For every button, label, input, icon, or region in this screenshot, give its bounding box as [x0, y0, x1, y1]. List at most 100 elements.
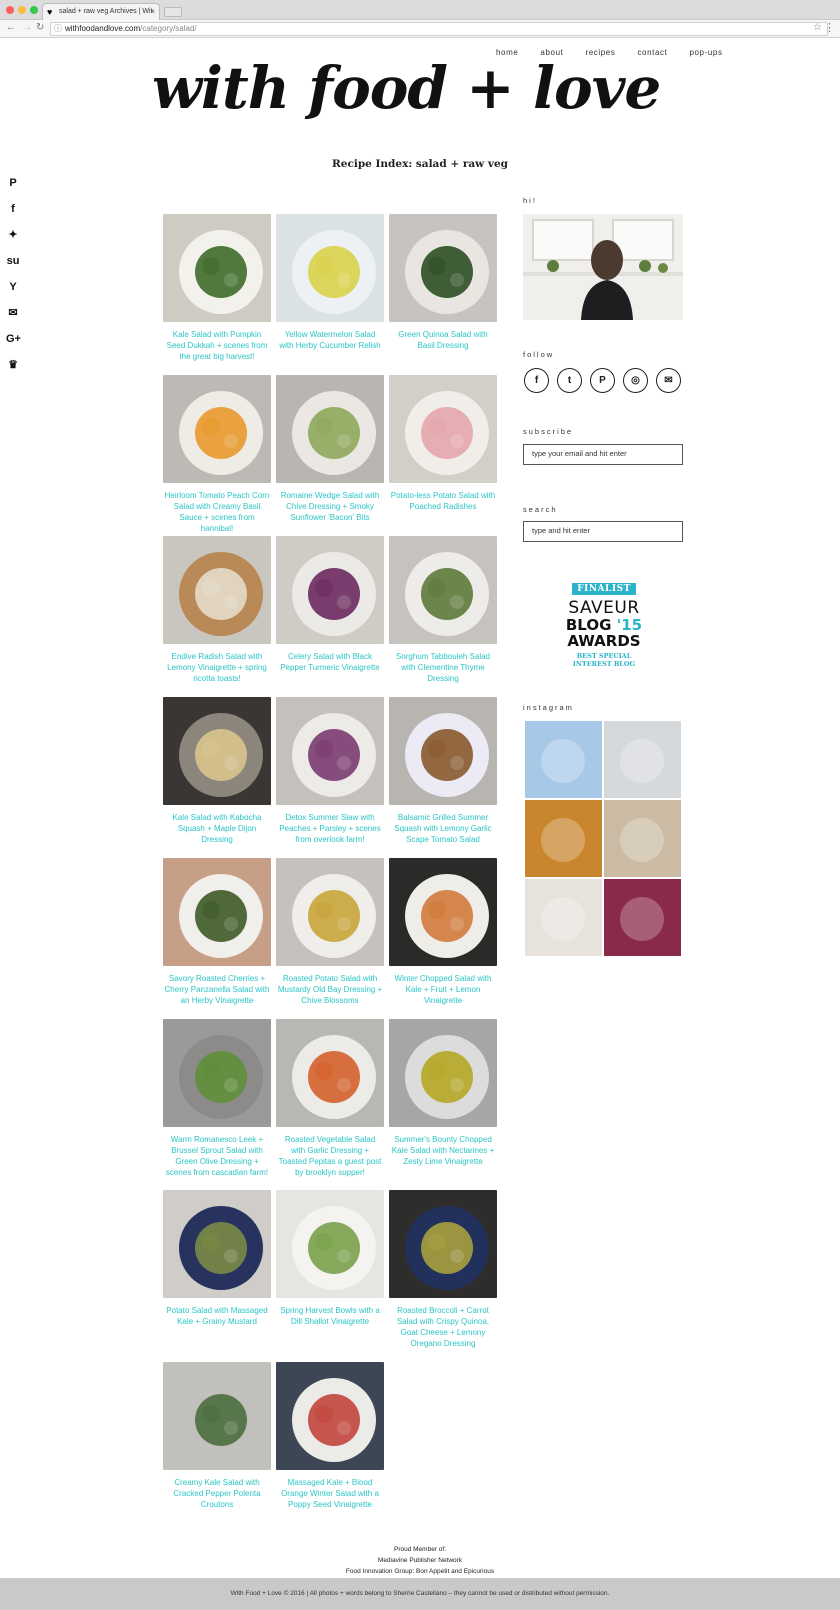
recipe-card[interactable]: Kale Salad with Pumpkin Seed Dukkah + sc…	[163, 214, 271, 362]
nav-pop-ups[interactable]: pop-ups	[689, 48, 722, 57]
bookmark-star-icon[interactable]: ☆	[813, 22, 822, 33]
facebook-icon[interactable]: f	[6, 202, 20, 216]
yummly-icon[interactable]: Y	[6, 280, 20, 294]
pinterest-icon[interactable]: P	[6, 176, 20, 190]
recipe-card[interactable]: Heirloom Tomato Peach Corn Salad with Cr…	[163, 375, 271, 534]
recipe-card[interactable]: Yellow Watermelon Salad with Herby Cucum…	[276, 214, 384, 351]
recipe-card[interactable]: Roasted Potato Salad with Mustardy Old B…	[276, 858, 384, 1006]
recipe-title-link[interactable]: Celery Salad with Black Pepper Turmeric …	[276, 651, 384, 673]
recipe-thumbnail[interactable]	[163, 858, 271, 966]
recipe-card[interactable]: Savory Roasted Cherries + Cherry Panzane…	[163, 858, 271, 1006]
recipe-thumbnail[interactable]	[163, 1362, 271, 1470]
recipe-card[interactable]: Sorghum Tabbouleh Salad with Clementine …	[389, 536, 497, 684]
recipe-thumbnail[interactable]	[163, 1019, 271, 1127]
instagram-icon[interactable]: ◎	[623, 368, 648, 393]
email-icon[interactable]: ✉	[656, 368, 681, 393]
recipe-title-link[interactable]: Warm Romanesco Leek + Brussel Sprout Sal…	[163, 1134, 271, 1178]
reload-icon[interactable]: ↻	[36, 22, 44, 33]
nav-about[interactable]: about	[540, 48, 563, 57]
recipe-card[interactable]: Green Quinoa Salad with Basil Dressing	[389, 214, 497, 351]
minimize-window-button[interactable]	[18, 6, 26, 14]
recipe-card[interactable]: Romaine Wedge Salad with Chive Dressing …	[276, 375, 384, 523]
recipe-thumbnail[interactable]	[163, 1190, 271, 1298]
instagram-photo[interactable]	[604, 721, 681, 798]
recipe-title-link[interactable]: Heirloom Tomato Peach Corn Salad with Cr…	[163, 490, 271, 534]
recipe-title-link[interactable]: Sorghum Tabbouleh Salad with Clementine …	[389, 651, 497, 684]
facebook-icon[interactable]: f	[524, 368, 549, 393]
recipe-card[interactable]: Roasted Broccoli + Carrot Salad with Cri…	[389, 1190, 497, 1349]
recipe-card[interactable]: Creamy Kale Salad with Cracked Pepper Po…	[163, 1362, 271, 1510]
new-tab-button[interactable]	[164, 7, 182, 17]
saveur-award-badge[interactable]: FINALIST SAVEUR BLOG '15 AWARDS BEST SPE…	[560, 578, 648, 668]
recipe-thumbnail[interactable]	[389, 214, 497, 322]
twitter-icon[interactable]: t	[557, 368, 582, 393]
recipe-thumbnail[interactable]	[163, 214, 271, 322]
close-tab-icon[interactable]: ×	[150, 4, 155, 20]
recipe-title-link[interactable]: Green Quinoa Salad with Basil Dressing	[389, 329, 497, 351]
google-plus-icon[interactable]: G+	[6, 332, 21, 346]
instagram-photo[interactable]	[525, 879, 602, 956]
pinterest-icon[interactable]: P	[590, 368, 615, 393]
close-window-button[interactable]	[6, 6, 14, 14]
maximize-window-button[interactable]	[30, 6, 38, 14]
recipe-thumbnail[interactable]	[276, 214, 384, 322]
recipe-thumbnail[interactable]	[276, 536, 384, 644]
recipe-thumbnail[interactable]	[389, 1019, 497, 1127]
recipe-title-link[interactable]: Roasted Vegetable Salad with Garlic Dres…	[276, 1134, 384, 1178]
recipe-thumbnail[interactable]	[389, 1190, 497, 1298]
recipe-title-link[interactable]: Summer's Bounty Chopped Kale Salad with …	[389, 1134, 497, 1167]
recipe-card[interactable]: Endive Radish Salad with Lemony Vinaigre…	[163, 536, 271, 684]
twitter-icon[interactable]: ✦	[6, 228, 20, 242]
recipe-card[interactable]: Kale Salad with Kabocha Squash + Maple D…	[163, 697, 271, 845]
recipe-thumbnail[interactable]	[163, 375, 271, 483]
recipe-title-link[interactable]: Massaged Kale + Blood Orange Winter Sala…	[276, 1477, 384, 1510]
stumbleupon-icon[interactable]: su	[6, 254, 20, 268]
nav-recipes[interactable]: recipes	[585, 48, 615, 57]
recipe-title-link[interactable]: Endive Radish Salad with Lemony Vinaigre…	[163, 651, 271, 684]
recipe-thumbnail[interactable]	[163, 536, 271, 644]
recipe-title-link[interactable]: Winter Chopped Salad with Kale + Fruit +…	[389, 973, 497, 1006]
nav-contact[interactable]: contact	[637, 48, 667, 57]
recipe-title-link[interactable]: Roasted Broccoli + Carrot Salad with Cri…	[389, 1305, 497, 1349]
recipe-title-link[interactable]: Romaine Wedge Salad with Chive Dressing …	[276, 490, 384, 523]
recipe-thumbnail[interactable]	[163, 697, 271, 805]
email-icon[interactable]: ✉	[6, 306, 20, 320]
crown-icon[interactable]: ♛	[6, 358, 20, 372]
recipe-title-link[interactable]: Yellow Watermelon Salad with Herby Cucum…	[276, 329, 384, 351]
recipe-card[interactable]: Balsamic Grilled Summer Squash with Lemo…	[389, 697, 497, 845]
recipe-card[interactable]: Roasted Vegetable Salad with Garlic Dres…	[276, 1019, 384, 1178]
recipe-title-link[interactable]: Kale Salad with Pumpkin Seed Dukkah + sc…	[163, 329, 271, 362]
instagram-photo[interactable]	[604, 800, 681, 877]
recipe-card[interactable]: Potato Salad with Massaged Kale + Grainy…	[163, 1190, 271, 1327]
recipe-thumbnail[interactable]	[276, 1190, 384, 1298]
back-arrow-icon[interactable]: ←	[6, 22, 16, 33]
subscribe-email-input[interactable]: type your email and hit enter	[523, 444, 683, 465]
recipe-thumbnail[interactable]	[389, 697, 497, 805]
recipe-card[interactable]: Celery Salad with Black Pepper Turmeric …	[276, 536, 384, 673]
recipe-title-link[interactable]: Spring Harvest Bowls with a Dill Shallot…	[276, 1305, 384, 1327]
instagram-photo[interactable]	[525, 800, 602, 877]
instagram-photo[interactable]	[525, 721, 602, 798]
recipe-title-link[interactable]: Balsamic Grilled Summer Squash with Lemo…	[389, 812, 497, 845]
recipe-thumbnail[interactable]	[389, 375, 497, 483]
recipe-thumbnail[interactable]	[276, 1362, 384, 1470]
recipe-card[interactable]: Warm Romanesco Leek + Brussel Sprout Sal…	[163, 1019, 271, 1178]
url-field[interactable]: ⓘ withfoodandlove.com/category/salad/	[50, 22, 828, 36]
recipe-title-link[interactable]: Kale Salad with Kabocha Squash + Maple D…	[163, 812, 271, 845]
recipe-card[interactable]: Winter Chopped Salad with Kale + Fruit +…	[389, 858, 497, 1006]
instagram-photo[interactable]	[604, 879, 681, 956]
menu-icon[interactable]: ⋮	[824, 21, 835, 34]
recipe-title-link[interactable]: Potato Salad with Massaged Kale + Grainy…	[163, 1305, 271, 1327]
info-icon[interactable]: ⓘ	[54, 23, 62, 35]
recipe-thumbnail[interactable]	[276, 1019, 384, 1127]
recipe-title-link[interactable]: Potato-less Potato Salad with Poached Ra…	[389, 490, 497, 512]
recipe-card[interactable]: Summer's Bounty Chopped Kale Salad with …	[389, 1019, 497, 1167]
forward-arrow-icon[interactable]: →	[22, 22, 32, 33]
recipe-thumbnail[interactable]	[276, 858, 384, 966]
recipe-thumbnail[interactable]	[276, 697, 384, 805]
recipe-thumbnail[interactable]	[389, 858, 497, 966]
recipe-title-link[interactable]: Detox Summer Slaw with Peaches + Parsley…	[276, 812, 384, 845]
recipe-title-link[interactable]: Savory Roasted Cherries + Cherry Panzane…	[163, 973, 271, 1006]
recipe-card[interactable]: Potato-less Potato Salad with Poached Ra…	[389, 375, 497, 512]
recipe-card[interactable]: Spring Harvest Bowls with a Dill Shallot…	[276, 1190, 384, 1327]
